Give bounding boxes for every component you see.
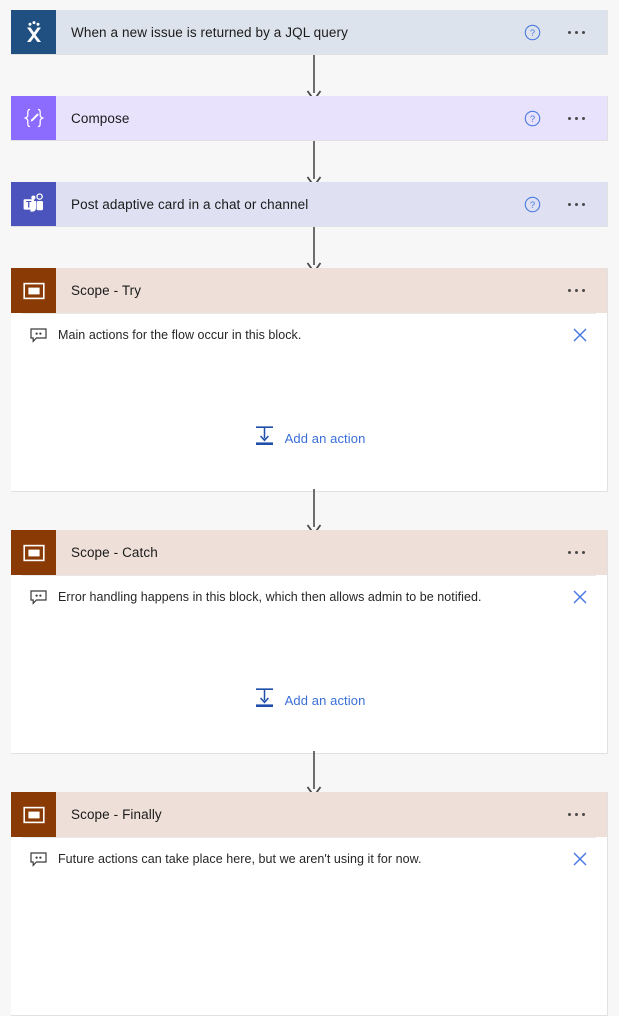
- scope-header-body[interactable]: Scope - Try: [56, 268, 607, 313]
- svg-text:T: T: [26, 199, 32, 209]
- scope-comment-text: Main actions for the flow occur in this …: [58, 328, 302, 342]
- close-icon[interactable]: [566, 583, 594, 611]
- teams-icon: T: [11, 182, 56, 226]
- dot: [567, 30, 571, 34]
- flow-designer-canvas: When a new issue is returned by a JQL qu…: [0, 0, 619, 1016]
- close-icon[interactable]: [566, 321, 594, 349]
- scope-comment-row: Future actions can take place here, but …: [22, 837, 596, 880]
- flow-node-title: Compose: [71, 110, 130, 126]
- help-icon[interactable]: ?: [523, 109, 541, 127]
- more-commands-button[interactable]: [561, 30, 591, 34]
- help-icon[interactable]: ?: [523, 195, 541, 213]
- comment-icon: [28, 327, 48, 343]
- scope-header-body[interactable]: Scope - Finally: [56, 792, 607, 837]
- scope-content: Main actions for the flow occur in this …: [11, 313, 607, 491]
- more-commands-button[interactable]: [561, 551, 591, 554]
- scope-header[interactable]: Scope - Try: [11, 268, 607, 313]
- comment-icon: [28, 851, 48, 867]
- dot: [581, 30, 585, 34]
- close-icon[interactable]: [566, 845, 594, 873]
- dot: [574, 116, 578, 120]
- dot: [581, 813, 585, 816]
- scope-comment-text: Future actions can take place here, but …: [58, 852, 422, 866]
- dot: [574, 202, 578, 206]
- scope-try[interactable]: Scope - Try Main actions for the flow oc…: [11, 268, 608, 492]
- dot: [574, 289, 578, 292]
- dot: [567, 116, 571, 120]
- scope-icon: [11, 268, 56, 313]
- scope-title: Scope - Try: [71, 283, 142, 298]
- scope-icon: [11, 792, 56, 837]
- scope-catch[interactable]: Scope - Catch Error handling happens in …: [11, 530, 608, 754]
- scope-finally[interactable]: Scope - Finally Future actions can take …: [11, 792, 608, 1016]
- add-action-icon: [253, 425, 276, 452]
- dot: [567, 289, 571, 292]
- scope-title: Scope - Catch: [71, 545, 158, 560]
- dot: [574, 813, 578, 816]
- dot: [567, 813, 571, 816]
- scope-content: Error handling happens in this block, wh…: [11, 575, 607, 753]
- more-commands-button[interactable]: [561, 289, 591, 292]
- scope-title: Scope - Finally: [71, 807, 162, 822]
- add-action-button[interactable]: Add an action: [11, 425, 607, 452]
- help-icon[interactable]: ?: [523, 23, 541, 41]
- dot: [567, 551, 571, 554]
- add-action-button[interactable]: Add an action: [11, 687, 607, 714]
- comment-icon: [28, 589, 48, 605]
- scope-header-body[interactable]: Scope - Catch: [56, 530, 607, 575]
- scope-header[interactable]: Scope - Catch: [11, 530, 607, 575]
- scope-comment-text: Error handling happens in this block, wh…: [58, 590, 482, 604]
- add-action-icon: [253, 687, 276, 714]
- flow-node-body[interactable]: Compose ?: [56, 96, 607, 140]
- dot: [581, 116, 585, 120]
- more-commands-button[interactable]: [561, 116, 591, 120]
- dot: [581, 202, 585, 206]
- flow-node-title: When a new issue is returned by a JQL qu…: [71, 24, 348, 40]
- svg-text:?: ?: [529, 114, 534, 125]
- scope-header[interactable]: Scope - Finally: [11, 792, 607, 837]
- more-commands-button[interactable]: [561, 813, 591, 816]
- jira-icon: [11, 10, 56, 54]
- svg-text:?: ?: [529, 28, 534, 39]
- scope-icon: [11, 530, 56, 575]
- dot: [567, 202, 571, 206]
- add-action-label: Add an action: [284, 431, 366, 446]
- flow-node-compose[interactable]: Compose ?: [11, 96, 608, 141]
- svg-text:?: ?: [529, 200, 534, 211]
- more-commands-button[interactable]: [561, 202, 591, 206]
- scope-comment-row: Main actions for the flow occur in this …: [22, 313, 596, 356]
- add-action-label: Add an action: [284, 693, 366, 708]
- scope-content: Future actions can take place here, but …: [11, 837, 607, 1015]
- flow-node-trigger[interactable]: When a new issue is returned by a JQL qu…: [11, 10, 608, 55]
- flow-node-teams[interactable]: T Post adaptive card in a chat or channe…: [11, 182, 608, 227]
- compose-icon: [11, 96, 56, 140]
- scope-comment-row: Error handling happens in this block, wh…: [22, 575, 596, 618]
- dot: [574, 551, 578, 554]
- dot: [581, 551, 585, 554]
- flow-node-title: Post adaptive card in a chat or channel: [71, 196, 309, 212]
- flow-node-body[interactable]: Post adaptive card in a chat or channel …: [56, 182, 607, 226]
- dot: [574, 30, 578, 34]
- flow-node-body[interactable]: When a new issue is returned by a JQL qu…: [56, 10, 607, 54]
- dot: [581, 289, 585, 292]
